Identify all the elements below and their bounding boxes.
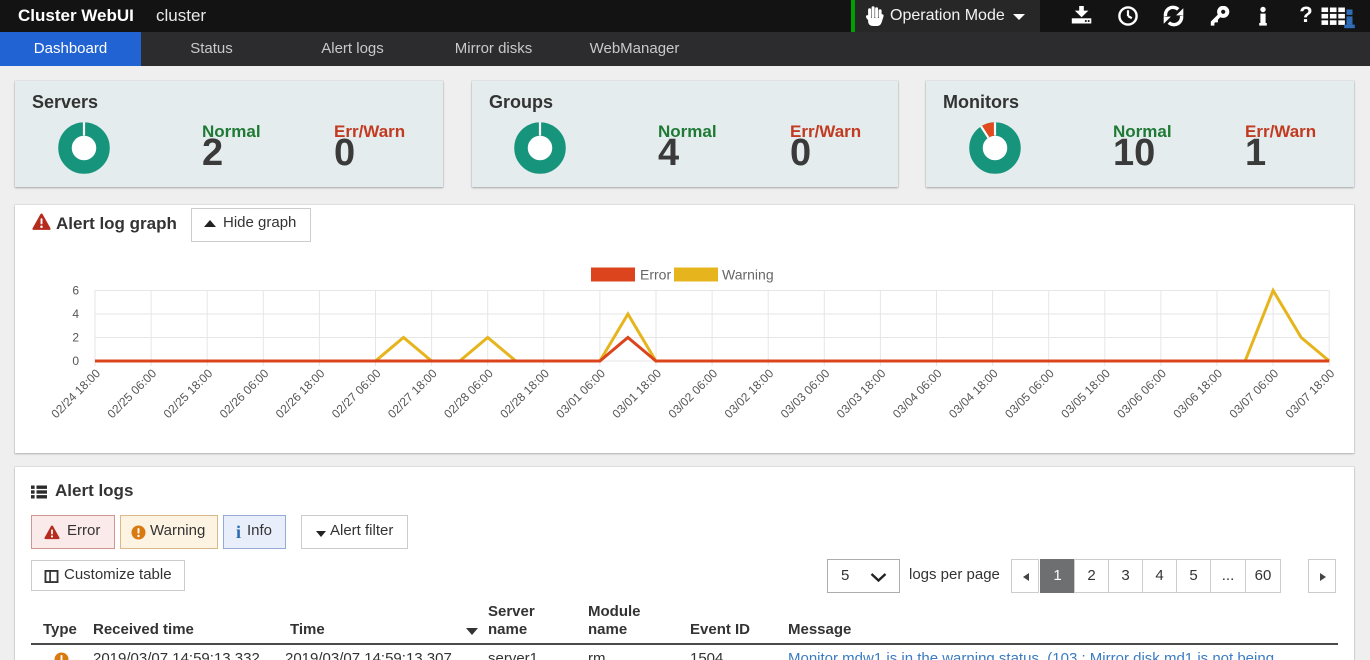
- svg-text:02/27 18:00: 02/27 18:00: [385, 366, 440, 421]
- svg-text:03/05 18:00: 03/05 18:00: [1058, 366, 1113, 421]
- svg-text:03/01 06:00: 03/01 06:00: [553, 366, 608, 421]
- svg-text:03/04 06:00: 03/04 06:00: [890, 366, 945, 421]
- svg-text:02/25 18:00: 02/25 18:00: [161, 366, 216, 421]
- svg-text:03/04 18:00: 03/04 18:00: [946, 366, 1001, 421]
- svg-text:03/05 06:00: 03/05 06:00: [1002, 366, 1057, 421]
- svg-text:02/26 18:00: 02/26 18:00: [273, 366, 328, 421]
- svg-text:4: 4: [72, 307, 79, 321]
- svg-text:03/07 06:00: 03/07 06:00: [1226, 366, 1281, 421]
- svg-text:02/24 18:00: 02/24 18:00: [48, 366, 103, 421]
- svg-text:02/26 06:00: 02/26 06:00: [217, 366, 272, 421]
- svg-text:03/02 06:00: 03/02 06:00: [665, 366, 720, 421]
- svg-text:03/01 18:00: 03/01 18:00: [609, 366, 664, 421]
- svg-text:0: 0: [72, 354, 79, 368]
- svg-text:02/27 06:00: 02/27 06:00: [329, 366, 384, 421]
- svg-text:Error: Error: [640, 267, 671, 283]
- svg-text:6: 6: [72, 284, 79, 298]
- svg-text:03/02 18:00: 03/02 18:00: [722, 366, 777, 421]
- svg-text:03/06 06:00: 03/06 06:00: [1114, 366, 1169, 421]
- svg-text:Warning: Warning: [722, 267, 774, 283]
- svg-text:03/03 18:00: 03/03 18:00: [834, 366, 889, 421]
- svg-text:03/06 18:00: 03/06 18:00: [1170, 366, 1225, 421]
- svg-text:02/28 18:00: 02/28 18:00: [497, 366, 552, 421]
- svg-text:03/03 06:00: 03/03 06:00: [778, 366, 833, 421]
- svg-text:02/28 06:00: 02/28 06:00: [441, 366, 496, 421]
- svg-text:02/25 06:00: 02/25 06:00: [104, 366, 159, 421]
- svg-text:2: 2: [72, 331, 79, 345]
- svg-text:03/07 18:00: 03/07 18:00: [1283, 366, 1338, 421]
